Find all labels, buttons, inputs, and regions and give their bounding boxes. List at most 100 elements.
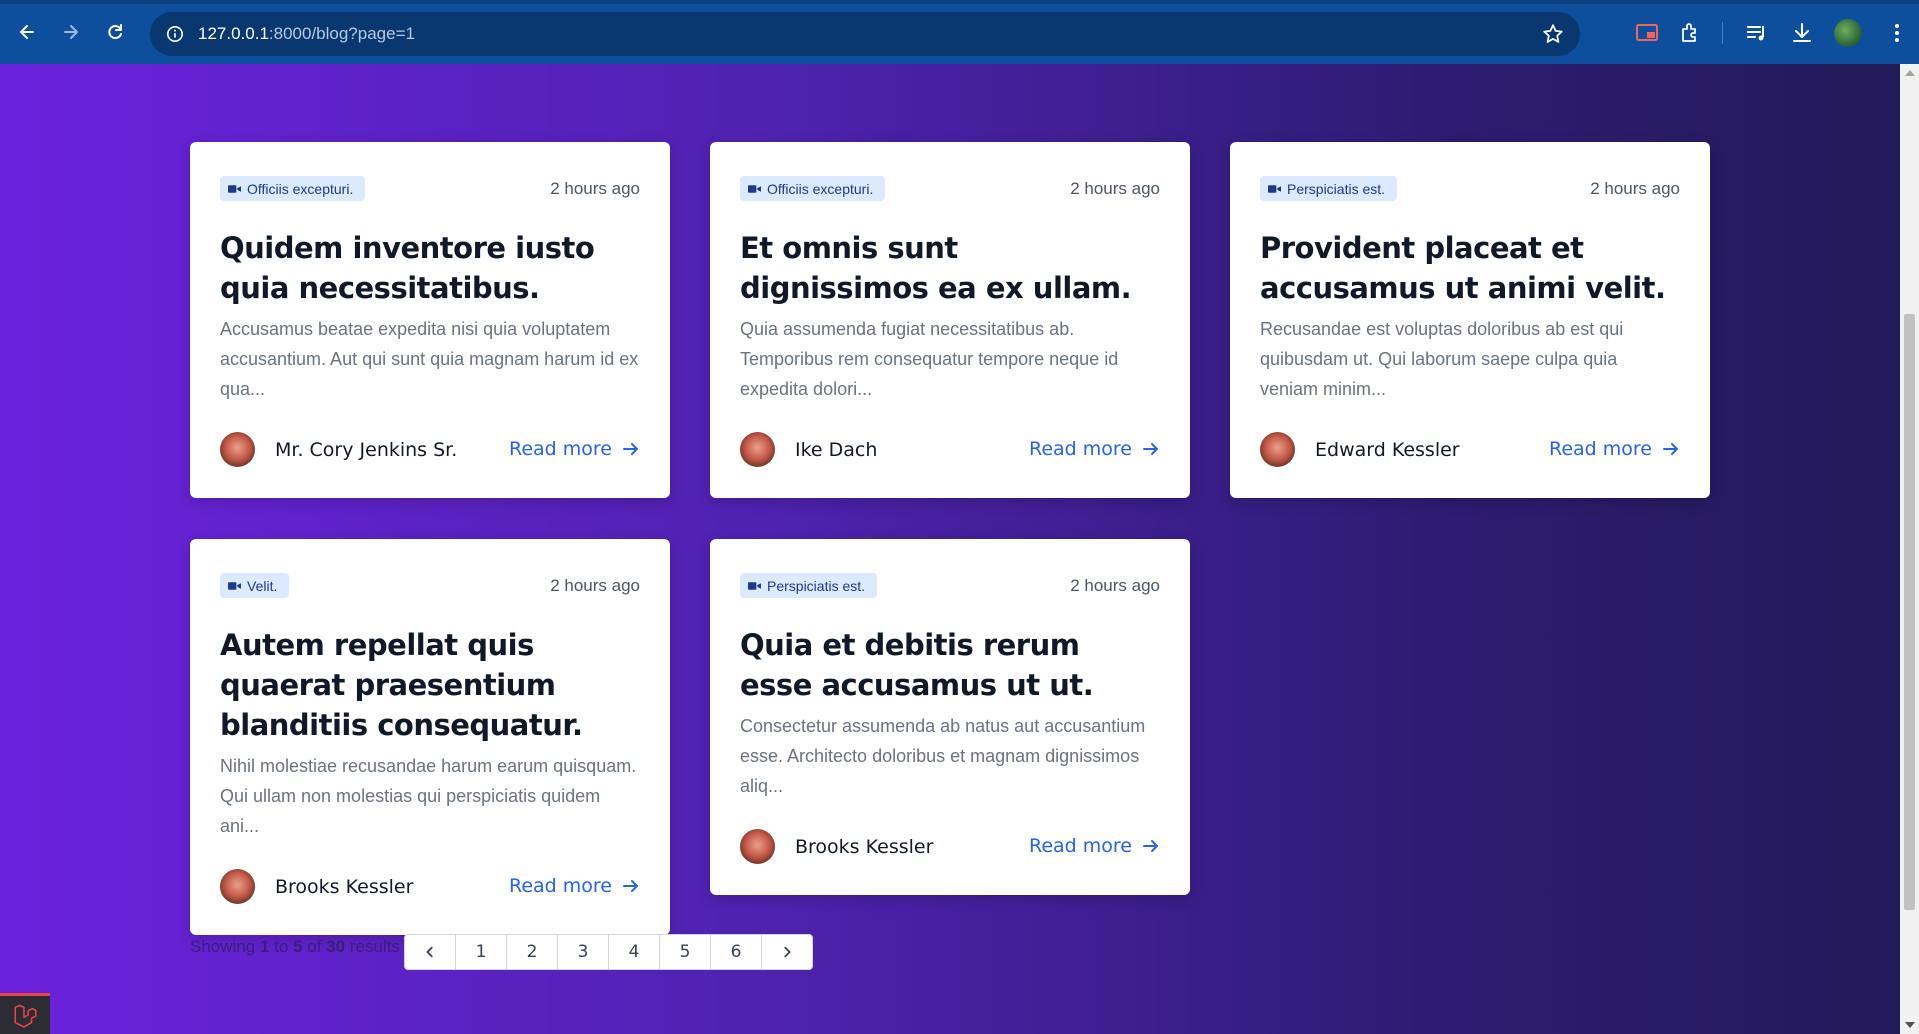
category-badge[interactable]: Perspiciatis est. xyxy=(740,573,878,598)
picture-in-picture-icon[interactable] xyxy=(1634,20,1660,46)
post-title[interactable]: Et omnis sunt dignissimos ea ex ullam. xyxy=(740,228,1150,308)
url-path: :8000/blog?page=1 xyxy=(268,24,415,43)
card-meta: Officiis excepturi. 2 hours ago xyxy=(220,176,640,202)
results-from: 1 xyxy=(259,937,270,956)
author-name: Mr. Cory Jenkins Sr. xyxy=(275,439,458,461)
author-name: Brooks Kessler xyxy=(795,836,934,858)
post-card: Perspiciatis est. 2 hours ago Provident … xyxy=(1230,142,1710,498)
post-footer: Ike Dach Read more xyxy=(740,432,1160,468)
extensions-icon[interactable] xyxy=(1678,20,1704,46)
post-time: 2 hours ago xyxy=(550,179,640,198)
bookmark-star-icon[interactable] xyxy=(1542,23,1564,45)
post-excerpt: Recusandae est voluptas doloribus ab est… xyxy=(1260,319,1624,399)
scrollbar-thumb[interactable] xyxy=(1904,314,1915,910)
page-4-button[interactable]: 4 xyxy=(608,934,660,970)
card-meta: Velit. 2 hours ago xyxy=(220,573,640,599)
post-title[interactable]: Quia et debitis rerum esse accusamus ut … xyxy=(740,625,1150,705)
post-title[interactable]: Quidem inventore iusto quia necessitatib… xyxy=(220,228,630,308)
download-icon[interactable] xyxy=(1789,20,1815,46)
category-badge[interactable]: Perspiciatis est. xyxy=(1260,176,1398,201)
read-more-label: Read more xyxy=(509,438,612,460)
category-badge[interactable]: Velit. xyxy=(220,573,290,598)
scroll-up-icon[interactable] xyxy=(1905,70,1915,76)
read-more-label: Read more xyxy=(1029,835,1132,857)
read-more-link[interactable]: Read more xyxy=(1029,438,1160,460)
category-badge[interactable]: Officiis excepturi. xyxy=(740,176,886,201)
page-5-button[interactable]: 5 xyxy=(659,934,711,970)
pagination: 1 2 3 4 5 6 xyxy=(404,934,813,970)
results-of-word: of xyxy=(307,937,322,956)
post-card: Officiis excepturi. 2 hours ago Et omnis… xyxy=(710,142,1190,498)
results-showing: Showing xyxy=(190,937,256,956)
video-camera-icon xyxy=(228,184,241,193)
arrow-right-icon xyxy=(1143,840,1158,852)
post-card: Officiis excepturi. 2 hours ago Quidem i… xyxy=(190,142,670,498)
page-6-button[interactable]: 6 xyxy=(710,934,762,970)
site-info-icon[interactable] xyxy=(164,23,186,45)
arrow-right-icon xyxy=(623,443,638,455)
arrow-right-icon xyxy=(623,880,638,892)
author-avatar xyxy=(220,869,255,904)
profile-avatar[interactable] xyxy=(1834,19,1862,47)
card-meta: Perspiciatis est. 2 hours ago xyxy=(740,573,1160,599)
media-controls-icon[interactable] xyxy=(1744,20,1770,46)
post-title[interactable]: Autem repellat quis quaerat praesentium … xyxy=(220,625,630,745)
forward-button[interactable] xyxy=(49,10,93,54)
reload-icon xyxy=(108,24,122,40)
read-more-link[interactable]: Read more xyxy=(509,875,640,897)
chevron-left-icon xyxy=(426,946,433,958)
page-viewport: Officiis excepturi. 2 hours ago Quidem i… xyxy=(0,64,1900,1034)
author-avatar xyxy=(740,829,775,864)
post-card: Perspiciatis est. 2 hours ago Quia et de… xyxy=(710,539,1190,895)
address-bar[interactable]: 127.0.0.1:8000/blog?page=1 xyxy=(150,12,1580,56)
post-excerpt: Accusamus beatae expedita nisi quia volu… xyxy=(220,319,639,399)
video-camera-icon xyxy=(748,184,761,193)
read-more-label: Read more xyxy=(1549,438,1652,460)
results-total: 30 xyxy=(326,937,346,956)
url-host: 127.0.0.1 xyxy=(198,24,269,43)
category-label: Officiis excepturi. xyxy=(767,180,874,197)
post-excerpt: Nihil molestiae recusandae harum earum q… xyxy=(220,756,637,836)
video-camera-icon xyxy=(228,581,241,590)
previous-page-button[interactable] xyxy=(404,934,456,970)
post-footer: Brooks Kessler Read more xyxy=(220,869,640,905)
scroll-down-icon[interactable] xyxy=(1905,1022,1915,1028)
debugbar-toggle[interactable] xyxy=(0,993,50,1034)
author-avatar xyxy=(740,432,775,467)
post-time: 2 hours ago xyxy=(550,576,640,595)
post-time: 2 hours ago xyxy=(1070,179,1160,198)
arrow-left-icon xyxy=(20,25,34,39)
browser-menu-icon[interactable] xyxy=(1884,20,1910,46)
results-summary: Showing 1 to 5 of 30 results xyxy=(190,937,400,957)
post-card: Velit. 2 hours ago Autem repellat quis q… xyxy=(190,539,670,935)
post-title[interactable]: Provident placeat et accusamus ut animi … xyxy=(1260,228,1670,308)
url-text[interactable]: 127.0.0.1:8000/blog?page=1 xyxy=(198,24,415,44)
post-excerpt: Consectetur assumenda ab natus aut accus… xyxy=(740,716,1146,796)
back-button[interactable] xyxy=(5,10,49,54)
read-more-label: Read more xyxy=(1029,438,1132,460)
card-meta: Officiis excepturi. 2 hours ago xyxy=(740,176,1160,202)
post-excerpt: Quia assumenda fugiat necessitatibus ab.… xyxy=(740,319,1119,399)
laravel-logo-icon xyxy=(14,1004,37,1028)
read-more-link[interactable]: Read more xyxy=(1029,835,1160,857)
results-word: results xyxy=(349,937,400,956)
reload-button[interactable] xyxy=(93,10,137,54)
arrow-right-icon xyxy=(1143,443,1158,455)
page-3-button[interactable]: 3 xyxy=(557,934,609,970)
post-footer: Mr. Cory Jenkins Sr. Read more xyxy=(220,432,640,468)
card-meta: Perspiciatis est. 2 hours ago xyxy=(1260,176,1680,202)
read-more-link[interactable]: Read more xyxy=(509,438,640,460)
page-scrollbar[interactable] xyxy=(1900,64,1919,1034)
page-2-button[interactable]: 2 xyxy=(506,934,558,970)
arrow-right-icon xyxy=(1663,443,1678,455)
results-to: 5 xyxy=(293,937,303,956)
category-badge[interactable]: Officiis excepturi. xyxy=(220,176,366,201)
post-footer: Brooks Kessler Read more xyxy=(740,829,1160,865)
browser-toolbar: 127.0.0.1:8000/blog?page=1 xyxy=(0,0,1919,64)
results-to-word: to xyxy=(274,937,289,956)
read-more-link[interactable]: Read more xyxy=(1549,438,1680,460)
read-more-label: Read more xyxy=(509,875,612,897)
next-page-button[interactable] xyxy=(761,934,813,970)
page-1-button[interactable]: 1 xyxy=(455,934,507,970)
video-camera-icon xyxy=(748,581,761,590)
